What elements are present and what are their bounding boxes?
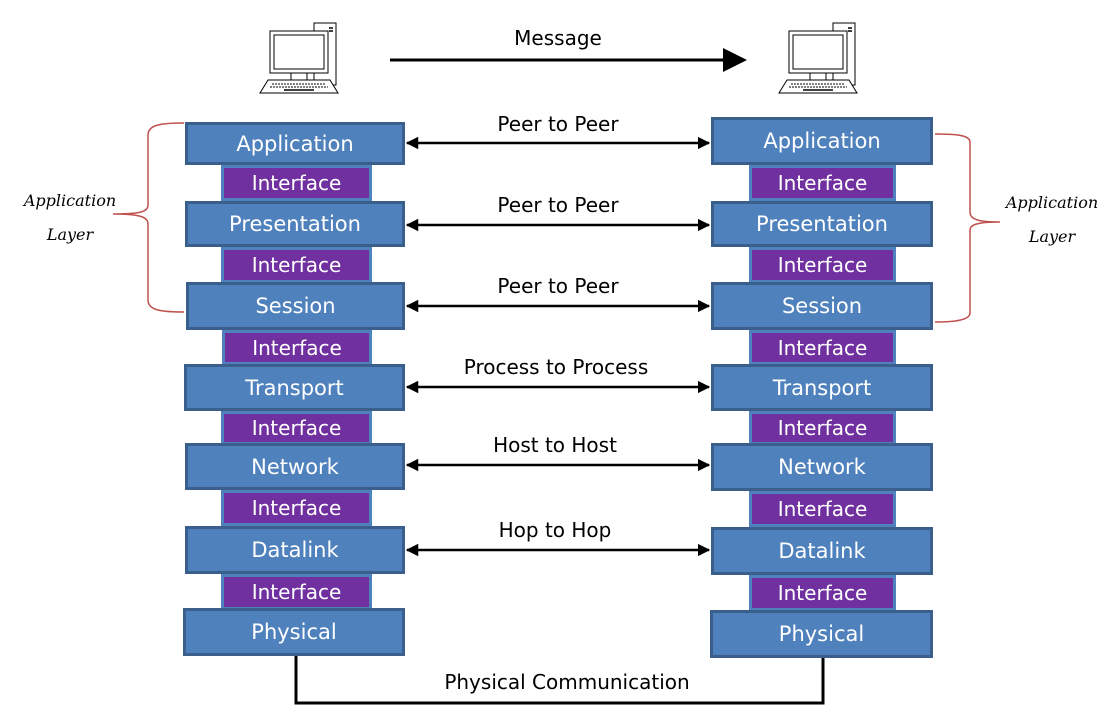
interface-right-2: Interface	[749, 247, 896, 283]
brace-right	[934, 133, 1001, 323]
interface-right-1: Interface	[749, 165, 896, 201]
peer-link-label-application: Peer to Peer	[497, 112, 619, 136]
side-label-line1: Application	[23, 191, 117, 210]
side-label-line2: Layer	[46, 225, 94, 244]
interface-left-3: Interface	[222, 330, 372, 365]
interface-right-5: Interface	[749, 491, 896, 527]
computer-icon-left	[259, 22, 339, 94]
application-layer-label-left: Application Layer	[24, 184, 116, 252]
layer-network-right: Network	[711, 443, 933, 491]
layer-application-left: Application	[185, 122, 405, 165]
layer-session-left: Session	[186, 282, 405, 330]
message-label: Message	[514, 26, 602, 50]
peer-link-label-network: Host to Host	[493, 433, 617, 457]
layer-transport-left: Transport	[184, 364, 405, 411]
physical-communication-label: Physical Communication	[444, 670, 690, 694]
interface-left-1: Interface	[221, 165, 372, 201]
interface-left-6: Interface	[221, 574, 372, 610]
layer-application-right: Application	[711, 117, 933, 165]
brace-left	[112, 122, 185, 313]
interface-left-4: Interface	[221, 411, 372, 445]
layer-network-left: Network	[185, 443, 405, 490]
peer-link-label-presentation: Peer to Peer	[497, 193, 619, 217]
layer-presentation-left: Presentation	[185, 201, 405, 247]
interface-right-6: Interface	[749, 575, 896, 611]
interface-left-2: Interface	[221, 247, 372, 283]
interface-right-4: Interface	[749, 411, 896, 445]
application-layer-label-right: Application Layer	[1006, 186, 1098, 254]
layer-physical-right: Physical	[710, 610, 933, 658]
layer-presentation-right: Presentation	[711, 201, 933, 247]
layer-physical-left: Physical	[183, 608, 405, 656]
interface-right-3: Interface	[749, 330, 896, 365]
computer-icon-right	[778, 22, 858, 94]
peer-link-label-session: Peer to Peer	[497, 274, 619, 298]
peer-link-label-transport: Process to Process	[463, 355, 649, 379]
peer-link-label-datalink: Hop to Hop	[498, 518, 612, 542]
layer-datalink-right: Datalink	[711, 527, 933, 575]
side-label-line1: Application	[1005, 193, 1099, 212]
side-label-line2: Layer	[1028, 227, 1076, 246]
layer-transport-right: Transport	[711, 364, 933, 411]
layer-session-right: Session	[711, 282, 933, 330]
layer-datalink-left: Datalink	[185, 526, 405, 574]
interface-left-5: Interface	[221, 490, 372, 526]
